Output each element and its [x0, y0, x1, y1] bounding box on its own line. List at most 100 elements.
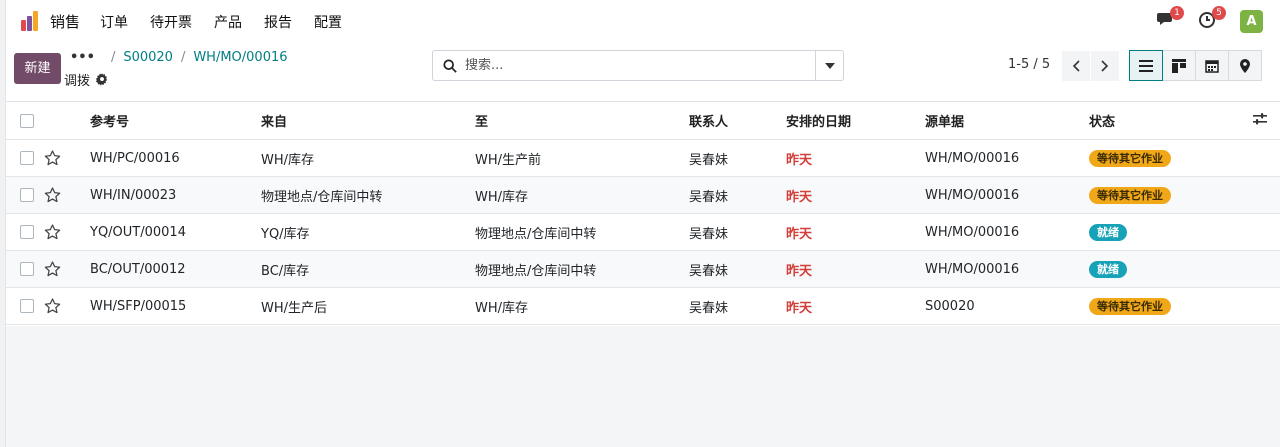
column-header-from[interactable]: 来自: [261, 101, 475, 140]
table-row[interactable]: WH/IN/00023 物理地点/仓库间中转 WH/库存 吴春妹 昨天 WH/M…: [6, 176, 1280, 214]
menu-configuration[interactable]: 配置: [314, 12, 342, 32]
search-options-toggle[interactable]: [815, 51, 843, 80]
map-view-button[interactable]: [1228, 50, 1262, 81]
view-switcher: [1129, 50, 1262, 81]
optional-columns-icon[interactable]: [1253, 112, 1267, 125]
star-icon[interactable]: [44, 150, 61, 166]
cell-to: 物理地点/仓库间中转: [475, 213, 689, 251]
cell-contact: 吴春妹: [689, 250, 786, 288]
cell-scheduled-date: 昨天: [786, 213, 925, 251]
table-header-row: 参考号 来自 至 联系人 安排的日期 源单据 状态: [6, 101, 1280, 140]
cell-to: 物理地点/仓库间中转: [475, 250, 689, 288]
status-badge: 就绪: [1089, 223, 1127, 241]
search-icon: [443, 58, 457, 73]
chevron-left-icon: [1072, 60, 1080, 72]
column-header-to[interactable]: 至: [475, 101, 689, 140]
menu-to-invoice[interactable]: 待开票: [150, 12, 192, 32]
sales-app-logo-icon[interactable]: [20, 10, 42, 32]
cell-reference: YQ/OUT/00014: [90, 213, 261, 251]
star-icon[interactable]: [44, 261, 61, 277]
messages-badge: 1: [1170, 6, 1184, 20]
app-name[interactable]: 销售: [50, 11, 80, 32]
row-checkbox[interactable]: [20, 188, 34, 202]
cell-from: YQ/库存: [261, 213, 475, 251]
activities-badge: 5: [1212, 6, 1226, 20]
list-icon: [1139, 59, 1153, 72]
cell-contact: 吴春妹: [689, 139, 786, 177]
table-row[interactable]: BC/OUT/00012 BC/库存 物理地点/仓库间中转 吴春妹 昨天 WH/…: [6, 250, 1280, 288]
table-row[interactable]: YQ/OUT/00014 YQ/库存 物理地点/仓库间中转 吴春妹 昨天 WH/…: [6, 213, 1280, 251]
status-badge: 就绪: [1089, 260, 1127, 278]
cell-from: WH/生产后: [261, 287, 475, 325]
table-row[interactable]: WH/PC/00016 WH/库存 WH/生产前 吴春妹 昨天 WH/MO/00…: [6, 139, 1280, 177]
search-input[interactable]: [465, 58, 805, 73]
calendar-icon: [1205, 59, 1219, 73]
breadcrumb-more-icon[interactable]: •••: [70, 50, 95, 65]
row-checkbox[interactable]: [20, 299, 34, 313]
column-header-scheduled-date[interactable]: 安排的日期: [786, 101, 925, 140]
menu-orders[interactable]: 订单: [100, 12, 128, 32]
status-badge: 等待其它作业: [1089, 149, 1171, 167]
new-button[interactable]: 新建: [14, 53, 61, 84]
cell-reference: BC/OUT/00012: [90, 250, 261, 288]
cell-source: WH/MO/00016: [925, 176, 1089, 214]
star-icon[interactable]: [44, 298, 61, 314]
column-header-status[interactable]: 状态: [1089, 101, 1253, 140]
search-bar[interactable]: [432, 50, 844, 81]
cell-source: WH/MO/00016: [925, 213, 1089, 251]
cell-contact: 吴春妹: [689, 213, 786, 251]
row-checkbox[interactable]: [20, 225, 34, 239]
kanban-icon: [1172, 58, 1186, 73]
cell-source: WH/MO/00016: [925, 139, 1089, 177]
list-view-button[interactable]: [1129, 50, 1163, 81]
map-marker-icon: [1240, 58, 1250, 73]
cell-scheduled-date: 昨天: [786, 250, 925, 288]
star-icon[interactable]: [44, 187, 61, 203]
status-badge: 等待其它作业: [1089, 297, 1171, 315]
status-badge: 等待其它作业: [1089, 186, 1171, 204]
kanban-view-button[interactable]: [1162, 50, 1196, 81]
user-avatar[interactable]: A: [1240, 10, 1263, 33]
pager-previous-button[interactable]: [1062, 51, 1090, 81]
messages-button[interactable]: 1: [1156, 6, 1184, 33]
cell-source: WH/MO/00016: [925, 250, 1089, 288]
select-all-checkbox[interactable]: [20, 113, 34, 128]
breadcrumb-separator: /: [110, 50, 116, 65]
menu-reporting[interactable]: 报告: [264, 12, 292, 32]
star-icon[interactable]: [44, 224, 61, 240]
cell-contact: 吴春妹: [689, 287, 786, 325]
cell-source: S00020: [925, 287, 1089, 325]
row-checkbox[interactable]: [20, 262, 34, 276]
column-header-reference[interactable]: 参考号: [90, 101, 261, 140]
cell-reference: WH/IN/00023: [90, 176, 261, 214]
table-row[interactable]: WH/SFP/00015 WH/生产后 WH/库存 吴春妹 昨天 S00020 …: [6, 287, 1280, 325]
pager-value[interactable]: 1-5 / 5: [1008, 57, 1050, 72]
cell-contact: 吴春妹: [689, 176, 786, 214]
cell-scheduled-date: 昨天: [786, 287, 925, 325]
menu-products[interactable]: 产品: [214, 12, 242, 32]
empty-list-area: [6, 326, 1280, 447]
activities-button[interactable]: 5: [1198, 6, 1226, 33]
page-title: 调拨: [64, 70, 109, 89]
top-navbar: 销售 订单 待开票 产品 报告 配置 1 5 A: [6, 0, 1280, 42]
cell-scheduled-date: 昨天: [786, 176, 925, 214]
cell-from: WH/库存: [261, 139, 475, 177]
page-title-text: 调拨: [64, 74, 91, 89]
cell-to: WH/库存: [475, 287, 689, 325]
breadcrumb-mo[interactable]: WH/MO/00016: [193, 50, 287, 65]
column-header-source-document[interactable]: 源单据: [925, 101, 1089, 140]
breadcrumb: ••• / S00020 / WH/MO/00016: [70, 50, 288, 65]
cell-from: 物理地点/仓库间中转: [261, 176, 475, 214]
calendar-view-button[interactable]: [1195, 50, 1229, 81]
column-header-contact[interactable]: 联系人: [689, 101, 786, 140]
cell-scheduled-date: 昨天: [786, 139, 925, 177]
row-checkbox[interactable]: [20, 151, 34, 165]
cell-reference: WH/SFP/00015: [90, 287, 261, 325]
cell-to: WH/生产前: [475, 139, 689, 177]
breadcrumb-order[interactable]: S00020: [123, 50, 173, 65]
caret-down-icon: [824, 62, 835, 69]
chevron-right-icon: [1101, 60, 1109, 72]
transfers-table: 参考号 来自 至 联系人 安排的日期 源单据 状态 WH/PC/00016 WH…: [6, 101, 1280, 325]
pager-next-button[interactable]: [1091, 51, 1119, 81]
gear-icon[interactable]: [96, 73, 109, 86]
